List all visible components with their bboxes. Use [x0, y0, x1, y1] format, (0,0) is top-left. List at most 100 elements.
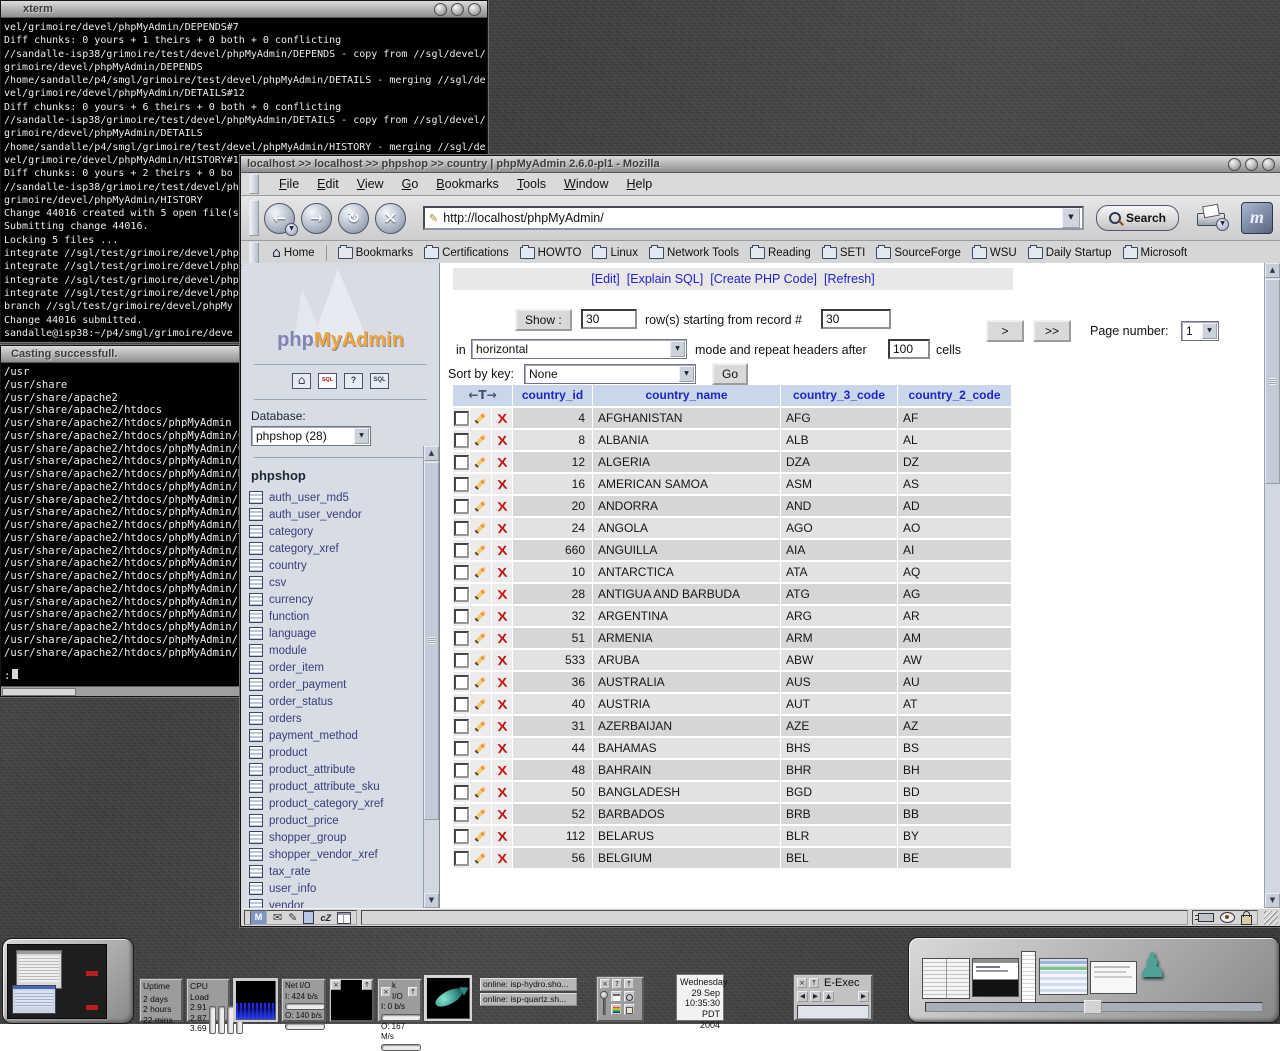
edit-pencil-icon[interactable]	[474, 786, 486, 798]
delete-x-icon[interactable]: X	[496, 785, 507, 799]
color-palette-icon[interactable]	[611, 1004, 622, 1015]
url-dropdown-icon[interactable]: ▼	[1062, 208, 1080, 228]
row-select-cell[interactable]	[453, 540, 470, 562]
spectrum-monitor-applet[interactable]	[233, 978, 278, 1022]
sidebar-table-currency[interactable]: currency	[249, 591, 421, 608]
row-checkbox[interactable]	[454, 411, 469, 426]
edit-pencil-icon[interactable]	[474, 500, 486, 512]
edit-pencil-icon[interactable]	[474, 808, 486, 820]
uptime-applet[interactable]: Uptime 2 days 2 hours 22 mins	[139, 978, 183, 1022]
rows-count-input[interactable]	[581, 309, 637, 329]
menu-tools[interactable]: Tools	[517, 177, 546, 191]
browser-titlebar[interactable]: localhost >> localhost >> phpshop >> cou…	[241, 156, 1280, 173]
edit-pencil-icon[interactable]	[474, 544, 486, 556]
row-select-cell[interactable]	[453, 738, 470, 760]
plugin-icon[interactable]	[1198, 913, 1214, 922]
forward-button[interactable]: →	[301, 203, 332, 234]
edit-pencil-icon[interactable]	[474, 676, 486, 688]
delete-x-icon[interactable]: X	[496, 543, 507, 557]
mozilla-throbber-icon[interactable]: m	[1241, 202, 1273, 234]
bookmark-daily-startup[interactable]: Daily Startup	[1028, 247, 1112, 259]
row-checkbox[interactable]	[454, 763, 469, 778]
delete-x-icon[interactable]: X	[496, 697, 507, 711]
sidebar-table-orders[interactable]: orders	[249, 710, 421, 727]
online-status-button[interactable]: online: isp-hydro.sho...	[480, 978, 577, 991]
row-delete-cell[interactable]: X	[492, 716, 513, 738]
maximize-icon[interactable]	[451, 3, 464, 16]
row-select-cell[interactable]	[453, 694, 470, 716]
window-icon[interactable]	[611, 991, 622, 1002]
clock-icon[interactable]	[624, 991, 635, 1002]
sidebar-table-product[interactable]: product	[249, 744, 421, 761]
row-checkbox[interactable]	[454, 631, 469, 646]
row-delete-cell[interactable]: X	[492, 474, 513, 496]
prev-icon[interactable]: ◀	[797, 991, 808, 1002]
edit-pencil-icon[interactable]	[474, 830, 486, 842]
delete-x-icon[interactable]: X	[496, 499, 507, 513]
sidebar-table-auth_user_vendor[interactable]: auth_user_vendor	[249, 506, 421, 523]
row-delete-cell[interactable]: X	[492, 738, 513, 760]
sidebar-table-order_status[interactable]: order_status	[249, 693, 421, 710]
row-edit-cell[interactable]	[470, 782, 492, 804]
delete-x-icon[interactable]: X	[496, 851, 507, 865]
row-select-cell[interactable]	[453, 848, 470, 870]
row-delete-cell[interactable]: X	[492, 562, 513, 584]
play-icon[interactable]: ▶	[858, 991, 869, 1002]
bookmark-bookmarks[interactable]: Bookmarks	[338, 247, 414, 259]
row-checkbox[interactable]	[454, 851, 469, 866]
row-delete-cell[interactable]: X	[492, 452, 513, 474]
slider-knob[interactable]	[600, 991, 608, 999]
browser-window[interactable]: localhost >> localhost >> phpshop >> cou…	[240, 155, 1280, 927]
delete-x-icon[interactable]: X	[496, 411, 507, 425]
next-icon[interactable]: ▶	[810, 991, 821, 1002]
row-delete-cell[interactable]: X	[492, 628, 513, 650]
security-lock-icon[interactable]	[1241, 915, 1252, 925]
row-edit-cell[interactable]	[470, 606, 492, 628]
delete-x-icon[interactable]: X	[496, 433, 507, 447]
raise-icon[interactable]: ↑	[624, 979, 634, 989]
show-button[interactable]: Show :	[515, 309, 572, 331]
sidebar-table-category_xref[interactable]: category_xref	[249, 540, 421, 557]
sidebar-table-auth_user_md5[interactable]: auth_user_md5	[249, 489, 421, 506]
privacy-eye-icon[interactable]	[1220, 912, 1235, 923]
pawn-icon[interactable]: ♟	[1137, 946, 1167, 986]
pager-desktop-thumbnail[interactable]	[7, 944, 107, 1019]
xterm-titlebar[interactable]: xterm	[1, 1, 487, 18]
edit-pencil-icon[interactable]	[474, 478, 486, 490]
delete-x-icon[interactable]: X	[496, 763, 507, 777]
row-delete-cell[interactable]: X	[492, 782, 513, 804]
delete-x-icon[interactable]: X	[496, 653, 507, 667]
row-edit-cell[interactable]	[470, 672, 492, 694]
sidebar-table-language[interactable]: language	[249, 625, 421, 642]
column-header-country-3-code[interactable]: country_3_code	[781, 385, 898, 408]
link-explain-sql[interactable]: [Explain SQL]	[627, 272, 703, 286]
row-select-cell[interactable]	[453, 474, 470, 496]
sidebar-table-product_price[interactable]: product_price	[249, 812, 421, 829]
bookmark-certifications[interactable]: Certifications	[424, 247, 508, 259]
sidebar-table-country[interactable]: country	[249, 557, 421, 574]
navigator-icon[interactable]: M	[250, 910, 267, 925]
bookmark-microsoft[interactable]: Microsoft	[1123, 247, 1188, 259]
scroll-up-icon[interactable]: ▲	[1265, 263, 1280, 278]
column-header-country-name[interactable]: country_name	[593, 385, 781, 408]
row-edit-cell[interactable]	[470, 562, 492, 584]
folder-icon[interactable]	[624, 1004, 635, 1015]
e-exec-command-input[interactable]	[797, 1005, 869, 1019]
toolbar-grippy[interactable]	[249, 174, 259, 194]
row-edit-cell[interactable]	[470, 496, 492, 518]
pager-window-thumb[interactable]	[12, 985, 56, 1014]
row-delete-cell[interactable]: X	[492, 672, 513, 694]
casting-hscrollbar[interactable]	[1, 686, 239, 696]
row-checkbox[interactable]	[454, 785, 469, 800]
sidebar-table-vendor[interactable]: vendor	[249, 897, 421, 908]
row-delete-cell[interactable]: X	[492, 606, 513, 628]
row-checkbox[interactable]	[454, 499, 469, 514]
menu-file[interactable]: File	[279, 177, 299, 191]
row-select-cell[interactable]	[453, 628, 470, 650]
phpmyadmin-logo[interactable]: phpMyAdmin	[242, 329, 439, 352]
close-icon[interactable]: ×	[331, 980, 341, 990]
casting-output[interactable]: /usr/usr/share/usr/share/apache2/usr/sha…	[1, 363, 239, 687]
row-delete-cell[interactable]: X	[492, 848, 513, 870]
back-dropdown-icon[interactable]: ▼	[285, 223, 298, 236]
database-select[interactable]: phpshop (28) ▼	[251, 426, 371, 446]
